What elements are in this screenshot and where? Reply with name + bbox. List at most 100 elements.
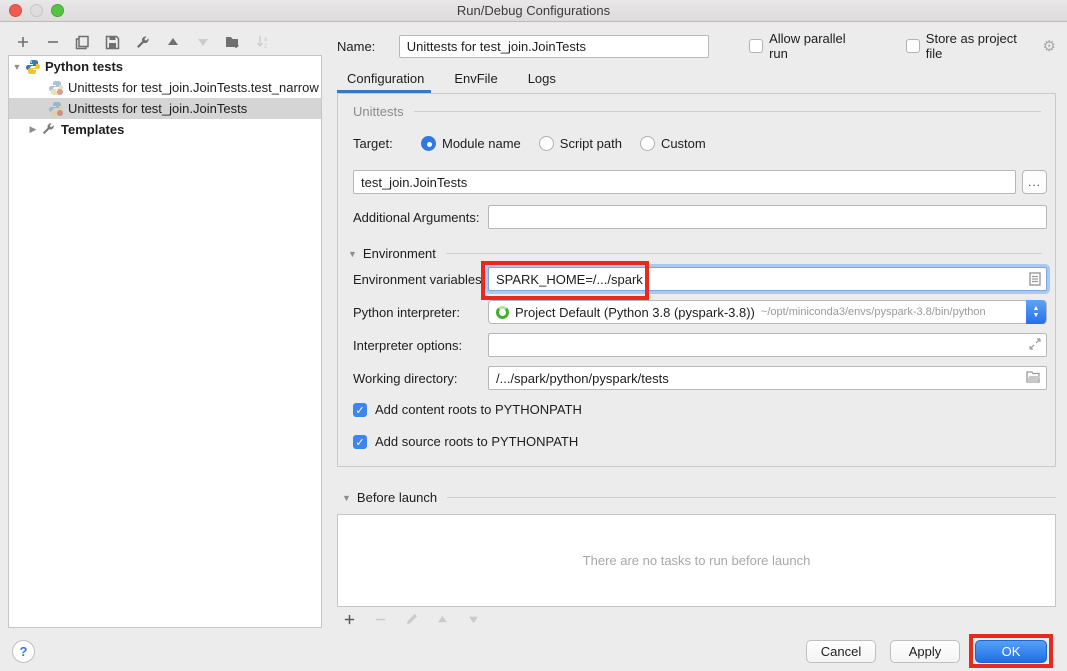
- folder-icon[interactable]: [1026, 371, 1041, 386]
- add-source-roots-label: Add source roots to PYTHONPATH: [375, 434, 578, 449]
- name-input[interactable]: [399, 35, 709, 58]
- interpreter-path: ~/opt/miniconda3/envs/pyspark-3.8/bin/py…: [761, 306, 986, 318]
- module-name-input[interactable]: [353, 170, 1016, 194]
- store-as-project-file-checkbox[interactable]: Store as project file: [906, 31, 1035, 61]
- python-interpreter-row: Python interpreter: Project Default (Pyt…: [353, 300, 1047, 324]
- chevron-down-icon[interactable]: ▼: [348, 249, 357, 259]
- copy-icon[interactable]: [74, 34, 91, 51]
- working-directory-label: Working directory:: [353, 371, 488, 386]
- browse-button[interactable]: ...: [1022, 170, 1047, 194]
- working-directory-input[interactable]: /.../spark/python/pyspark/tests: [488, 366, 1047, 390]
- minimize-window-button: [30, 4, 43, 17]
- edit-variables-icon[interactable]: [1029, 272, 1041, 289]
- radio-unselected-icon[interactable]: [539, 136, 554, 151]
- ok-button[interactable]: OK: [975, 640, 1047, 663]
- python-interpreter-label: Python interpreter:: [353, 305, 488, 320]
- save-icon[interactable]: [104, 34, 121, 51]
- tree-item-jointests-selected[interactable]: Unittests for test_join.JoinTests: [9, 98, 321, 119]
- allow-parallel-run-checkbox[interactable]: Allow parallel run: [749, 31, 866, 61]
- tree-item-test-narrow[interactable]: Unittests for test_join.JoinTests.test_n…: [9, 77, 321, 98]
- empty-tasks-message: There are no tasks to run before launch: [583, 553, 811, 568]
- python-icon: [25, 59, 41, 75]
- tree-item-label: Unittests for test_join.JoinTests: [68, 101, 247, 116]
- environment-variables-value: SPARK_HOME=/.../spark: [496, 272, 643, 287]
- configuration-panel: Unittests Target: Module name Script pat…: [337, 93, 1056, 467]
- before-launch-toolbar: [341, 611, 482, 628]
- radio-selected-icon[interactable]: [421, 136, 436, 151]
- move-down-icon: [465, 611, 482, 628]
- cancel-button[interactable]: Cancel: [806, 640, 876, 663]
- tree-item-label: Templates: [61, 122, 124, 137]
- chevron-down-icon[interactable]: ▼: [9, 62, 25, 72]
- checkbox-checked-icon[interactable]: ✓: [353, 403, 367, 417]
- store-as-project-file-label: Store as project file: [926, 31, 1035, 61]
- unittests-group-title: Unittests: [353, 104, 404, 119]
- help-button[interactable]: ?: [12, 640, 35, 663]
- apply-button[interactable]: Apply: [890, 640, 960, 663]
- radio-custom[interactable]: Custom: [640, 136, 706, 151]
- before-launch-section-header[interactable]: ▼ Before launch: [342, 490, 1056, 505]
- wrench-icon: [41, 122, 57, 138]
- allow-parallel-run-label: Allow parallel run: [769, 31, 866, 61]
- wrench-icon[interactable]: [134, 34, 151, 51]
- add-icon[interactable]: [341, 611, 358, 628]
- title-bar: Run/Debug Configurations: [0, 0, 1067, 22]
- name-row: Name: Allow parallel run Store as projec…: [337, 34, 1056, 58]
- tree-item-templates[interactable]: ▶ Templates: [9, 119, 321, 140]
- add-source-roots-checkbox[interactable]: ✓ Add source roots to PYTHONPATH: [353, 434, 578, 449]
- environment-variables-input[interactable]: SPARK_HOME=/.../spark: [488, 267, 1047, 291]
- add-content-roots-checkbox[interactable]: ✓ Add content roots to PYTHONPATH: [353, 402, 582, 417]
- name-label: Name:: [337, 39, 399, 54]
- additional-arguments-label: Additional Arguments:: [353, 210, 488, 225]
- dropdown-stepper-icon[interactable]: ▲▼: [1026, 300, 1046, 324]
- new-folder-icon[interactable]: [224, 34, 241, 51]
- move-down-icon: [194, 34, 211, 51]
- unittests-group-header: Unittests: [353, 104, 1041, 119]
- before-launch-title: Before launch: [357, 490, 437, 505]
- zoom-window-button[interactable]: [51, 4, 64, 17]
- gear-icon[interactable]: ⚙: [1043, 37, 1056, 55]
- environment-section-title: Environment: [363, 246, 436, 261]
- python-interpreter-select[interactable]: Project Default (Python 3.8 (pyspark-3.8…: [488, 300, 1047, 324]
- divider: [447, 497, 1056, 498]
- working-directory-value: /.../spark/python/pyspark/tests: [496, 371, 669, 386]
- target-label: Target:: [353, 136, 421, 151]
- before-launch-task-list[interactable]: There are no tasks to run before launch: [337, 514, 1056, 607]
- radio-label: Custom: [661, 136, 706, 151]
- move-up-icon: [434, 611, 451, 628]
- target-row: Target: Module name Script path Custom: [353, 136, 724, 151]
- interpreter-value: Project Default (Python 3.8 (pyspark-3.8…: [515, 305, 755, 320]
- add-icon[interactable]: [14, 34, 31, 51]
- close-window-button[interactable]: [9, 4, 22, 17]
- interpreter-options-input[interactable]: [488, 333, 1047, 357]
- tree-item-label: Python tests: [45, 59, 123, 74]
- move-up-icon[interactable]: [164, 34, 181, 51]
- radio-module-name[interactable]: Module name: [421, 136, 521, 151]
- radio-unselected-icon[interactable]: [640, 136, 655, 151]
- window-title: Run/Debug Configurations: [457, 3, 610, 18]
- interpreter-options-label: Interpreter options:: [353, 338, 488, 353]
- divider: [446, 253, 1042, 254]
- chevron-down-icon[interactable]: ▼: [342, 493, 351, 503]
- environment-variables-row: Environment variables: SPARK_HOME=/.../s…: [353, 267, 1047, 291]
- working-directory-row: Working directory: /.../spark/python/pys…: [353, 366, 1047, 390]
- sort-alpha-icon: az: [254, 34, 271, 51]
- checkbox-checked-icon[interactable]: ✓: [353, 435, 367, 449]
- tab-logs[interactable]: Logs: [528, 68, 556, 94]
- remove-icon[interactable]: [44, 34, 61, 51]
- add-content-roots-label: Add content roots to PYTHONPATH: [375, 402, 582, 417]
- tab-envfile[interactable]: EnvFile: [454, 68, 497, 94]
- expand-icon[interactable]: [1029, 338, 1041, 353]
- svg-text:a: a: [264, 37, 268, 43]
- environment-variables-label: Environment variables:: [353, 272, 488, 287]
- radio-label: Script path: [560, 136, 622, 151]
- module-row: ...: [353, 170, 1047, 194]
- checkbox-unchecked-icon[interactable]: [906, 39, 920, 53]
- divider: [414, 111, 1041, 112]
- chevron-right-icon[interactable]: ▶: [25, 124, 41, 135]
- additional-arguments-input[interactable]: [488, 205, 1047, 229]
- checkbox-unchecked-icon[interactable]: [749, 39, 763, 53]
- environment-section-header[interactable]: ▼ Environment: [348, 246, 1042, 261]
- tree-item-python-tests[interactable]: ▼ Python tests: [9, 56, 321, 77]
- radio-script-path[interactable]: Script path: [539, 136, 622, 151]
